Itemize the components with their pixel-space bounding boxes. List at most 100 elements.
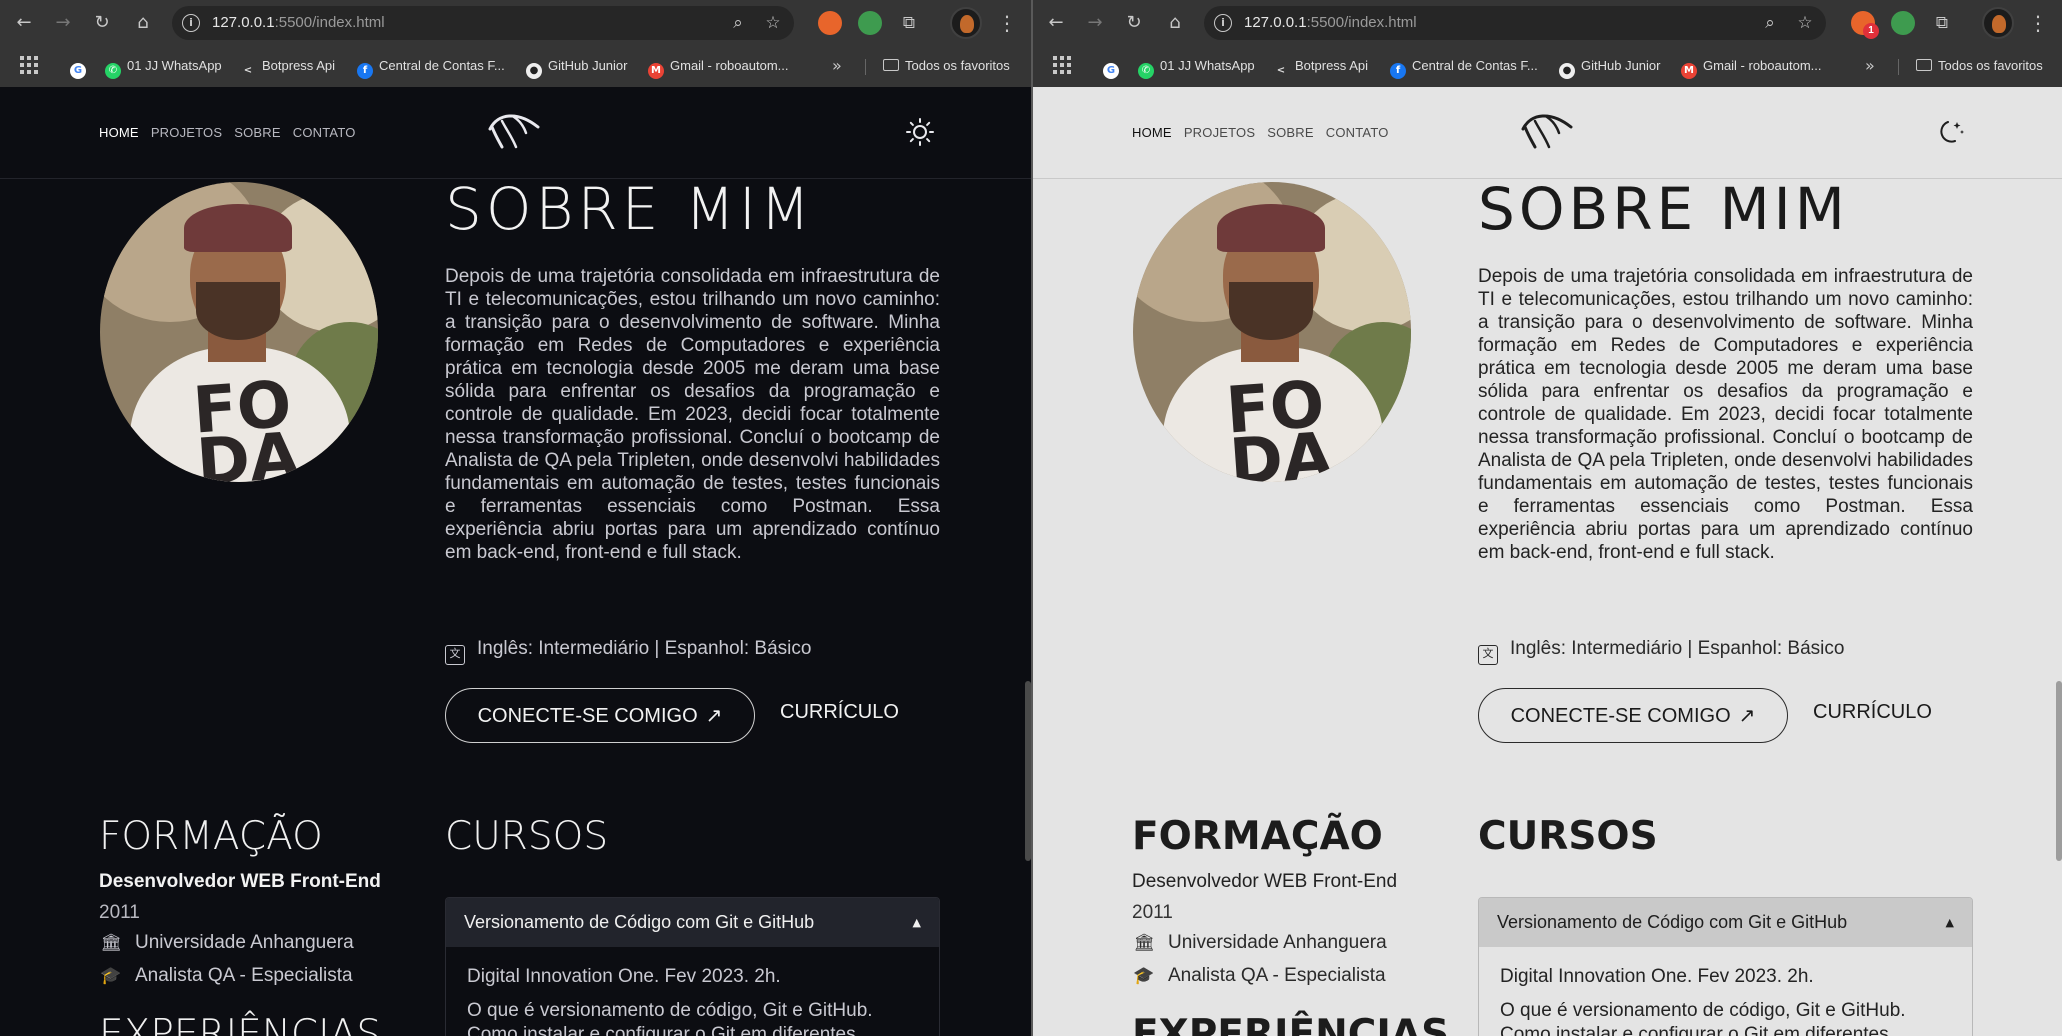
google-icon[interactable]: G bbox=[70, 54, 92, 79]
browser-window-dark: ← → ↻ ⌂ i 127.0.0.1:5500/index.html ⌕ ☆ … bbox=[0, 0, 1031, 1036]
bookmark-gmail[interactable]: M Gmail - roboautom... bbox=[648, 54, 789, 79]
address-bar[interactable]: i 127.0.0.1:5500/index.html ⌕ ☆ bbox=[1204, 6, 1826, 40]
gmail-icon: M bbox=[648, 63, 664, 79]
browser-chrome: ← → ↻ ⌂ i 127.0.0.1:5500/index.html ⌕ ☆ … bbox=[0, 0, 1031, 87]
zoom-icon[interactable]: ⌕ bbox=[1759, 12, 1781, 34]
course-accordion: Versionamento de Código com Git e GitHub… bbox=[1478, 897, 1973, 1036]
scroll-thumb[interactable] bbox=[2056, 681, 2062, 861]
url-host: 127.0.0.1 bbox=[1244, 14, 1307, 31]
course-meta: Digital Innovation One. Fev 2023. 2h. bbox=[467, 966, 781, 987]
arrow-left-icon[interactable]: ← bbox=[1043, 10, 1069, 36]
kebab-menu-icon[interactable]: ⋮ bbox=[2028, 10, 2048, 36]
whatsapp-icon: ✆ bbox=[105, 63, 121, 79]
course-meta: Digital Innovation One. Fev 2023. 2h. bbox=[1500, 966, 1814, 987]
nav-sobre[interactable]: SOBRE bbox=[234, 125, 281, 140]
home-icon[interactable]: ⌂ bbox=[130, 10, 156, 36]
chevron-double-right-icon[interactable]: » bbox=[832, 54, 842, 78]
connect-button[interactable]: CONECTE-SE COMIGO ↗ bbox=[1478, 688, 1788, 743]
education-title: FORMAÇÃO bbox=[99, 814, 323, 859]
gmail-icon: M bbox=[1681, 63, 1697, 79]
bookmark-github[interactable]: ● GitHub Junior bbox=[526, 54, 627, 79]
site-header: HOME PROJETOS SOBRE CONTATO bbox=[1033, 87, 2062, 179]
home-icon[interactable]: ⌂ bbox=[1162, 10, 1188, 36]
kebab-menu-icon[interactable]: ⋮ bbox=[997, 10, 1017, 36]
zoom-icon[interactable]: ⌕ bbox=[727, 12, 749, 34]
apps-grid-icon[interactable] bbox=[1053, 56, 1071, 74]
bookmark-botpress[interactable]: < Botpress Api bbox=[1273, 54, 1368, 79]
bookmark-central-contas[interactable]: f Central de Contas F... bbox=[1390, 54, 1538, 79]
bird-logo-icon[interactable] bbox=[1517, 107, 1577, 153]
chevron-double-right-icon[interactable]: » bbox=[1865, 54, 1875, 78]
browser-window-light: ← → ↻ ⌂ i 127.0.0.1:5500/index.html ⌕ ☆ … bbox=[1033, 0, 2062, 1036]
bookmark-label: 01 JJ WhatsApp bbox=[1160, 58, 1255, 73]
google-icon[interactable]: G bbox=[1103, 54, 1125, 79]
bio-text: Depois de uma trajetória consolidada em … bbox=[1478, 266, 1973, 563]
bookmark-github[interactable]: ● GitHub Junior bbox=[1559, 54, 1660, 79]
accordion-body: Digital Innovation One. Fev 2023. 2h. O … bbox=[1479, 947, 1972, 1036]
bookmark-label: Botpress Api bbox=[1295, 58, 1368, 73]
nav-contato[interactable]: CONTATO bbox=[293, 125, 356, 140]
sun-icon[interactable] bbox=[905, 117, 935, 147]
extension-green-icon[interactable] bbox=[858, 11, 882, 35]
avatar: FO DA bbox=[100, 182, 378, 482]
accordion-header[interactable]: Versionamento de Código com Git e GitHub… bbox=[446, 898, 939, 947]
all-bookmarks-label: Todos os favoritos bbox=[1938, 58, 2043, 73]
arrow-left-icon[interactable]: ← bbox=[11, 10, 37, 36]
arrow-right-icon[interactable]: → bbox=[50, 10, 76, 36]
reload-icon[interactable]: ↻ bbox=[1121, 10, 1147, 36]
nav-sobre[interactable]: SOBRE bbox=[1267, 125, 1314, 140]
profile-avatar[interactable] bbox=[1982, 7, 2014, 39]
nav-home[interactable]: HOME bbox=[99, 125, 139, 140]
graduation-cap-icon: 🎓 bbox=[100, 966, 122, 986]
institution-icon: 🏛 bbox=[100, 933, 122, 953]
bookmark-central-contas[interactable]: f Central de Contas F... bbox=[357, 54, 505, 79]
connect-button[interactable]: CONECTE-SE COMIGO ↗ bbox=[445, 688, 755, 743]
screen: ← → ↻ ⌂ i 127.0.0.1:5500/index.html ⌕ ☆ … bbox=[0, 0, 2062, 1036]
arrow-right-icon[interactable]: → bbox=[1082, 10, 1108, 36]
site-nav: HOME PROJETOS SOBRE CONTATO bbox=[1132, 125, 1389, 140]
cv-button[interactable]: CURRÍCULO bbox=[780, 701, 899, 724]
reload-icon[interactable]: ↻ bbox=[89, 10, 115, 36]
all-bookmarks[interactable]: Todos os favoritos bbox=[1916, 54, 2043, 78]
browser-chrome: ← → ↻ ⌂ i 127.0.0.1:5500/index.html ⌕ ☆ … bbox=[1033, 0, 2062, 87]
accordion-header[interactable]: Versionamento de Código com Git e GitHub… bbox=[1479, 898, 1972, 947]
avatar: FO DA bbox=[1133, 182, 1411, 482]
site-info-icon[interactable]: i bbox=[182, 14, 200, 32]
cv-button[interactable]: CURRÍCULO bbox=[1813, 701, 1932, 724]
bookmark-label: Gmail - roboautom... bbox=[1703, 58, 1822, 73]
education-title: FORMAÇÃO bbox=[1132, 814, 1383, 859]
institution-icon: 🏛 bbox=[1133, 933, 1155, 953]
bookmark-whatsapp[interactable]: ✆ 01 JJ WhatsApp bbox=[105, 54, 222, 79]
bird-logo-icon[interactable] bbox=[484, 107, 544, 153]
nav-contato[interactable]: CONTATO bbox=[1326, 125, 1389, 140]
extension-rss-icon[interactable] bbox=[818, 11, 842, 35]
puzzle-icon[interactable]: ⧉ bbox=[897, 11, 921, 35]
moon-stars-icon[interactable] bbox=[1936, 117, 1966, 147]
star-icon[interactable]: ☆ bbox=[1794, 12, 1816, 34]
bookmark-whatsapp[interactable]: ✆ 01 JJ WhatsApp bbox=[1138, 54, 1255, 79]
github-icon: ● bbox=[1559, 63, 1575, 79]
bookmarks-bar: G ✆ 01 JJ WhatsApp < Botpress Api f Central… bbox=[0, 46, 1031, 87]
nav-projetos[interactable]: PROJETOS bbox=[151, 125, 222, 140]
extension-rss-icon[interactable]: 1 bbox=[1851, 11, 1879, 39]
apps-grid-icon[interactable] bbox=[20, 56, 38, 74]
profile-avatar[interactable] bbox=[950, 7, 982, 39]
university-text: Universidade Anhanguera bbox=[135, 932, 354, 953]
all-bookmarks[interactable]: Todos os favoritos bbox=[883, 54, 1010, 78]
university: 🏛 Universidade Anhanguera bbox=[1132, 932, 1386, 954]
nav-home[interactable]: HOME bbox=[1132, 125, 1172, 140]
puzzle-icon[interactable]: ⧉ bbox=[1930, 11, 1954, 35]
course-accordion: Versionamento de Código com Git e GitHub… bbox=[445, 897, 940, 1036]
extension-green-icon[interactable] bbox=[1891, 11, 1915, 35]
facebook-icon: f bbox=[1390, 63, 1406, 79]
star-icon[interactable]: ☆ bbox=[762, 12, 784, 34]
url-path: :5500/index.html bbox=[274, 14, 385, 31]
bookmark-gmail[interactable]: M Gmail - roboautom... bbox=[1681, 54, 1822, 79]
scrollbar[interactable] bbox=[2056, 87, 2062, 1036]
bookmark-label: 01 JJ WhatsApp bbox=[127, 58, 222, 73]
address-bar[interactable]: i 127.0.0.1:5500/index.html ⌕ ☆ bbox=[172, 6, 794, 40]
nav-projetos[interactable]: PROJETOS bbox=[1184, 125, 1255, 140]
course-description: O que é versionamento de código, Git e G… bbox=[467, 1000, 873, 1036]
site-info-icon[interactable]: i bbox=[1214, 14, 1232, 32]
bookmark-botpress[interactable]: < Botpress Api bbox=[240, 54, 335, 79]
